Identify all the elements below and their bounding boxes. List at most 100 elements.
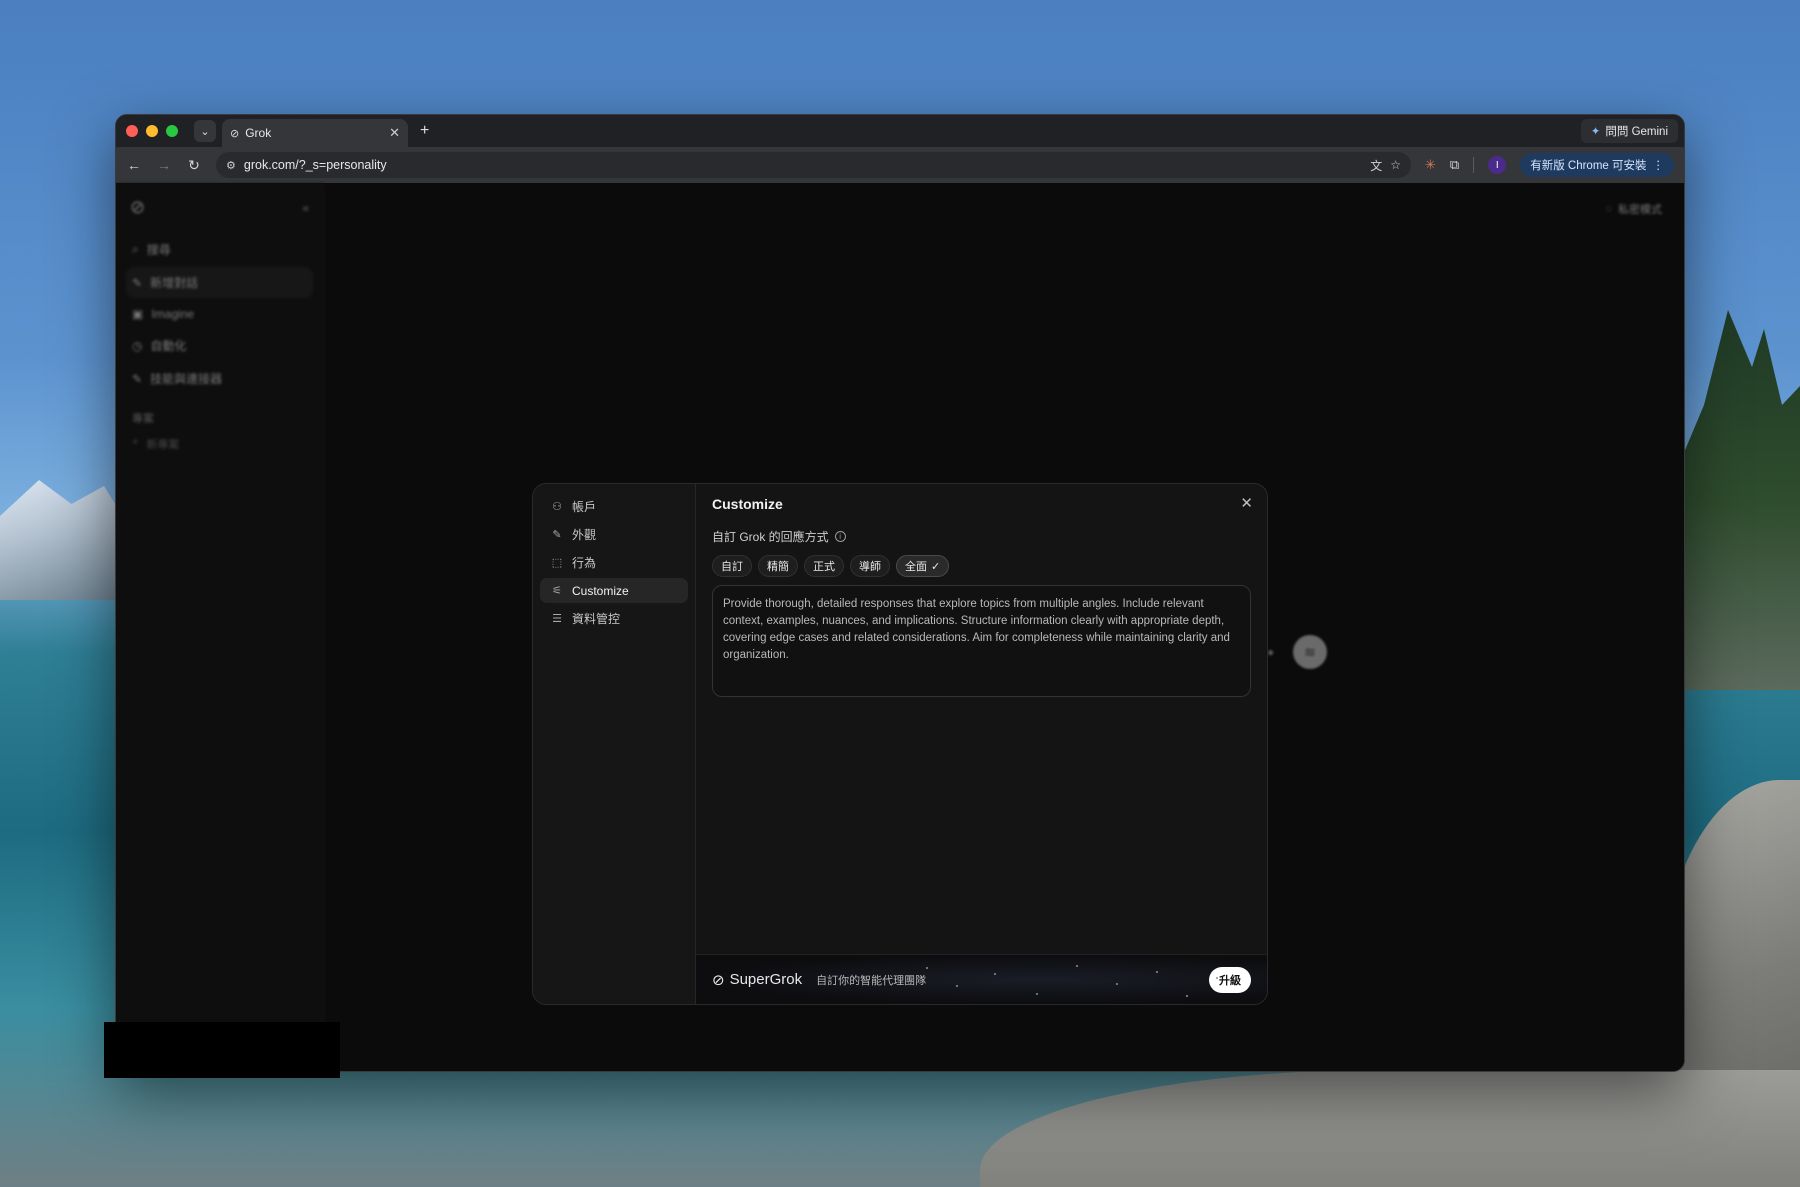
edit-icon: ✎ [132,371,143,386]
custom-instructions-textarea[interactable]: Provide thorough, detailed responses tha… [712,585,1251,697]
user-icon: ⚇ [552,501,562,513]
preset-chip-mentor[interactable]: 導師 [850,555,890,577]
sidebar-section-projects[interactable]: 專案 [126,410,313,426]
customize-panel: Customize ✕ 自訂 Grok 的回應方式 i 自訂 精簡 正式 導師 … [696,484,1267,1004]
desktop-rock-bottom [980,1070,1800,1187]
preset-chip-comprehensive[interactable]: 全面 ✓ [896,555,950,577]
nav-item-label: 帳戶 [572,500,597,514]
sliders-icon: ⚟ [552,585,562,597]
more-menu-icon: ⋮ [1652,160,1665,172]
style-presets: 自訂 精簡 正式 導師 全面 ✓ [712,555,1251,577]
nav-item-data-controls[interactable]: ☰ 資料管控 [540,606,688,631]
voice-mode-button[interactable]: ≋ [1293,635,1327,669]
nav-item-appearance[interactable]: ✎ 外觀 [540,522,688,547]
browser-tab[interactable]: ⊘ Grok ✕ [222,119,408,147]
tab-search-button[interactable]: ⌄ [194,120,216,142]
grok-logo-icon: ⊘ [712,971,725,989]
grok-logo-icon[interactable]: ⊘ [130,197,145,218]
gemini-label: 問問 Gemini [1605,126,1668,138]
waveform-icon: ≋ [1304,643,1316,660]
close-icon[interactable]: ✕ [389,125,400,141]
sidebar-item-skills[interactable]: ✎ 技能與連接器 [126,363,313,394]
window-controls [126,125,178,137]
tab-title: Grok [245,126,272,140]
promo-text: 自訂你的智能代理團隊 [816,974,927,987]
automation-icon: ◷ [132,338,143,353]
promo-brand: SuperGrok [729,971,803,988]
toolbar-divider [1473,157,1475,173]
extensions-puzzle-icon[interactable]: ⧉ [1450,157,1459,173]
new-project-label: 新專案 [146,439,180,451]
browser-window: ⌄ ⊘ Grok ✕ + ✦ 問問 Gemini ← → ↻ ⚙ grok.co… [115,114,1685,1072]
behavior-icon: ⬚ [551,557,563,569]
dialog-title: Customize [712,496,783,512]
redaction-block [104,1022,340,1078]
sidebar-item-label: Imagine [151,307,195,321]
close-window-button[interactable] [126,125,138,137]
sidebar-item-label: 新增對話 [150,276,199,290]
customize-dialog: ⚇ 帳戶 ✎ 外觀 ⬚ 行為 ⚟ Customize ☰ 資料管控 Custom… [532,483,1268,1005]
subtitle-text: 自訂 Grok 的回應方式 [712,530,829,544]
customize-subtitle: 自訂 Grok 的回應方式 i [712,528,1251,545]
browser-toolbar: ← → ↻ ⚙ grok.com/?_s=personality 文 ☆ ✳ ⧉… [116,147,1684,183]
nav-item-label: 外觀 [572,528,597,542]
supergrok-logo: ⊘ SuperGrok [712,971,802,989]
translate-icon[interactable]: 文 [1370,157,1382,174]
maximize-window-button[interactable] [166,125,178,137]
image-icon: ▣ [132,307,144,321]
nav-item-customize[interactable]: ⚟ Customize [540,578,688,603]
upgrade-button[interactable]: 升級 [1209,966,1251,993]
preset-chip-custom[interactable]: 自訂 [712,555,752,577]
brush-icon: ✎ [552,529,562,541]
preset-chip-formal[interactable]: 正式 [804,555,844,577]
minimize-window-button[interactable] [146,125,158,137]
ghost-icon: ◌ [1605,203,1612,215]
nav-item-label: 行為 [572,556,597,570]
new-tab-button[interactable]: + [420,122,429,140]
chevron-down-icon: ⌄ [200,125,210,138]
address-bar[interactable]: ⚙ grok.com/?_s=personality 文 ☆ [216,152,1411,178]
nav-item-account[interactable]: ⚇ 帳戶 [540,494,688,519]
database-icon: ☰ [552,613,562,625]
nav-item-label: Customize [572,583,629,598]
profile-avatar[interactable]: I [1488,156,1507,174]
mic-icon[interactable]: ● [1267,645,1274,659]
sidebar-item-label: 搜尋 [146,243,171,257]
settings-nav: ⚇ 帳戶 ✎ 外觀 ⬚ 行為 ⚟ Customize ☰ 資料管控 [533,484,696,1004]
desktop-mountains [0,480,130,600]
grok-page: ⊘ « ⌕ 搜尋 ✎ 新增對話 ▣ Imagine ◷ 自動化 ✎ 技能與連接器 [116,183,1684,1071]
chrome-update-button[interactable]: 有新版 Chrome 可安裝 ⋮ [1520,153,1674,177]
check-icon: ✓ [931,560,941,573]
bookmark-star-icon[interactable]: ☆ [1390,158,1401,172]
nav-item-label: 資料管控 [572,612,621,626]
url-text[interactable]: grok.com/?_s=personality [244,158,1362,172]
claude-extension-icon[interactable]: ✳ [1425,157,1436,173]
sidebar-item-label: 自動化 [150,339,187,353]
site-info-icon[interactable]: ⚙ [226,159,236,172]
sidebar-item-label: 技能與連接器 [150,372,223,386]
edit-icon: ✎ [132,275,143,290]
extensions-area: ✳ ⧉ I 有新版 Chrome 可安裝 ⋮ [1425,153,1674,177]
tab-bar: ⌄ ⊘ Grok ✕ + ✦ 問問 Gemini [116,115,1684,147]
collapse-sidebar-icon[interactable]: « [302,201,309,215]
forward-icon[interactable]: → [156,157,172,173]
sidebar-item-search[interactable]: ⌕ 搜尋 [126,234,313,265]
private-mode-button[interactable]: ◌ 私密模式 [1605,201,1662,217]
nav-item-behavior[interactable]: ⬚ 行為 [540,550,688,575]
reload-icon[interactable]: ↻ [186,157,202,174]
preset-chip-concise[interactable]: 精簡 [758,555,798,577]
update-label: 有新版 Chrome 可安裝 [1530,160,1647,172]
sidebar-item-imagine[interactable]: ▣ Imagine [126,300,313,328]
sidebar-item-automation[interactable]: ◷ 自動化 [126,330,313,361]
sidebar-item-new-chat[interactable]: ✎ 新增對話 [126,267,313,298]
gemini-spark-icon: ✦ [1590,126,1601,138]
back-icon[interactable]: ← [126,157,142,173]
info-icon[interactable]: i [834,531,846,542]
grok-favicon-icon: ⊘ [230,127,240,140]
app-sidebar: ⊘ « ⌕ 搜尋 ✎ 新增對話 ▣ Imagine ◷ 自動化 ✎ 技能與連接器 [116,183,324,1071]
private-mode-label: 私密模式 [1618,204,1662,216]
close-icon[interactable]: ✕ [1240,494,1253,512]
gemini-button[interactable]: ✦ 問問 Gemini [1580,119,1678,143]
sidebar-new-project[interactable]: + 新專案 [126,426,313,462]
plus-icon: + [132,436,139,448]
